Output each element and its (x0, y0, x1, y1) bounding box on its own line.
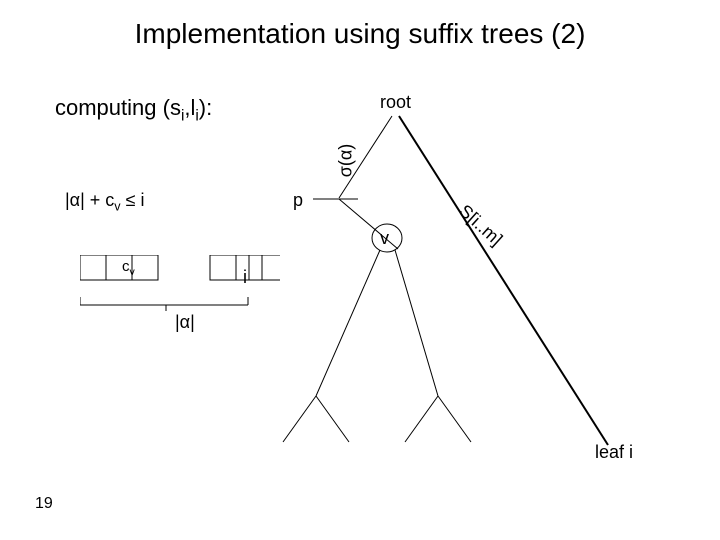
sim-label: S[i..m] (455, 201, 507, 251)
slide-title: Implementation using suffix trees (2) (0, 0, 720, 50)
computing-label: computing (si,li): (55, 95, 212, 125)
v-label: v (380, 228, 389, 249)
leaf-label: leaf i (595, 442, 633, 463)
slide: Implementation using suffix trees (2) co… (0, 0, 720, 540)
slide-number: 19 (35, 495, 53, 513)
condition-text: |α| + cv ≤ i (65, 190, 144, 214)
bar-diagram (80, 255, 280, 335)
p-label: p (293, 190, 303, 211)
alpha-sigma-label: σ(α) (335, 144, 356, 178)
root-label: root (380, 92, 411, 113)
